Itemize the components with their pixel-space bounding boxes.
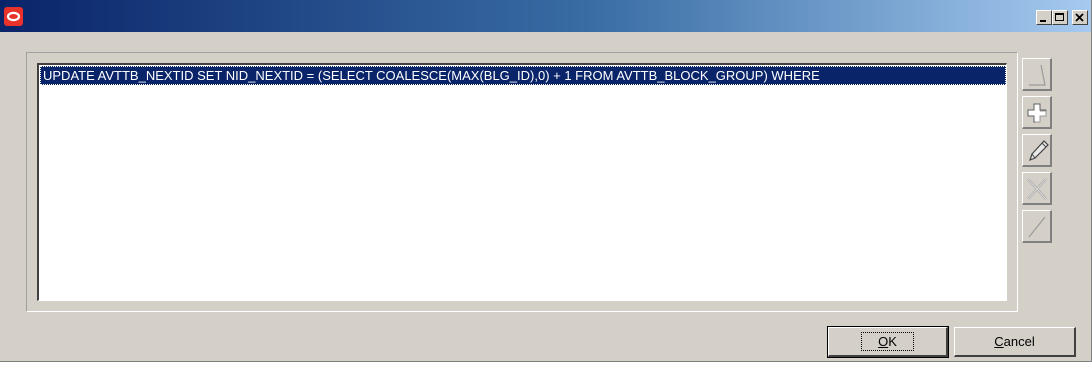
dialog-window: UPDATE AVTTB_NEXTID SET NID_NEXTID = (SE… <box>0 0 1092 362</box>
maximize-button[interactable] <box>1052 10 1068 25</box>
oracle-logo-icon <box>4 7 23 26</box>
add-icon <box>1027 103 1047 123</box>
ok-label: OK <box>861 332 914 351</box>
edit-pencil-icon <box>1029 140 1049 162</box>
minimize-button[interactable] <box>1036 10 1052 25</box>
move-first-button[interactable] <box>1022 58 1052 91</box>
title-bar[interactable] <box>0 0 1091 32</box>
list-group-frame: UPDATE AVTTB_NEXTID SET NID_NEXTID = (SE… <box>26 52 1018 312</box>
first-icon <box>1029 64 1046 86</box>
cancel-label: Cancel <box>994 334 1035 349</box>
delete-icon <box>1027 178 1047 200</box>
edit-button[interactable] <box>1022 134 1052 167</box>
move-last-button[interactable] <box>1022 210 1052 243</box>
ok-button[interactable]: OK <box>827 326 949 358</box>
close-icon <box>1075 13 1084 22</box>
close-button[interactable] <box>1072 10 1088 25</box>
list-item-selected[interactable]: UPDATE AVTTB_NEXTID SET NID_NEXTID = (SE… <box>40 66 1006 85</box>
maximize-icon <box>1055 13 1064 21</box>
statement-list[interactable]: UPDATE AVTTB_NEXTID SET NID_NEXTID = (SE… <box>37 63 1007 301</box>
minimize-icon <box>1040 20 1046 22</box>
cancel-button[interactable]: Cancel <box>954 327 1076 357</box>
add-button[interactable] <box>1022 96 1052 129</box>
delete-button[interactable] <box>1022 172 1052 205</box>
last-icon <box>1028 216 1046 238</box>
